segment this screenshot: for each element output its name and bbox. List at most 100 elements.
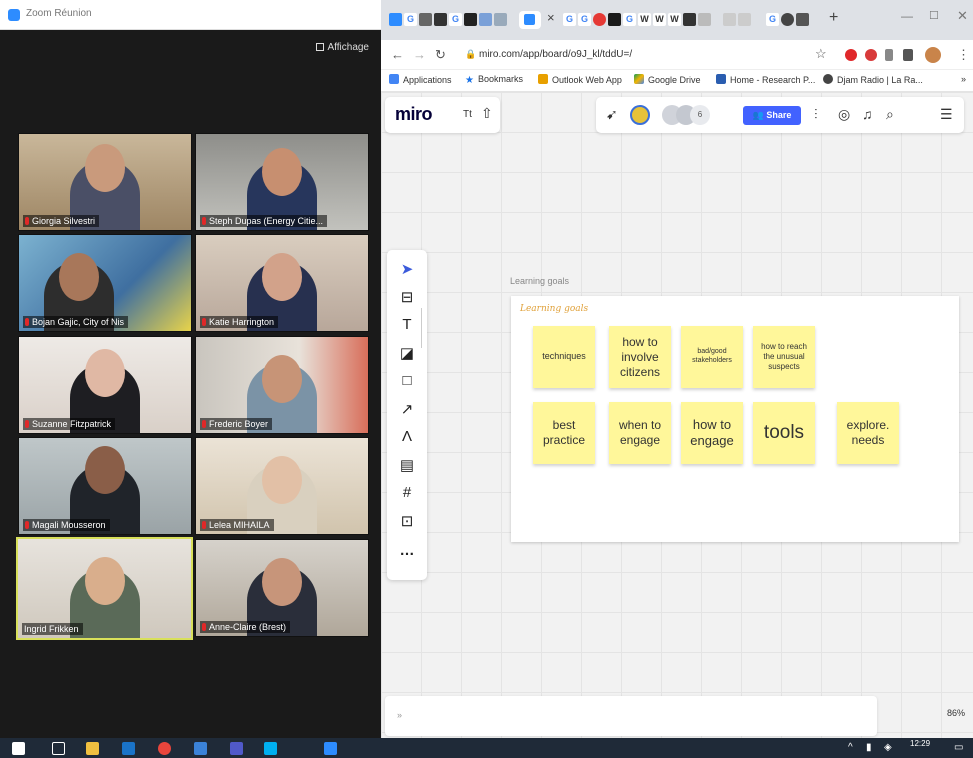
learning-goals-frame[interactable]: Learning goals techniques how to involve… [511, 296, 959, 542]
extension-icon[interactable] [885, 49, 893, 61]
participant-tile[interactable]: Frederic Boyer [195, 336, 369, 434]
close-window-icon[interactable]: ✕ [957, 8, 968, 24]
tab-favicon[interactable] [389, 13, 402, 26]
tab-favicon[interactable] [683, 13, 696, 26]
sticky-note[interactable]: best practice [533, 402, 595, 464]
settings-sliders-icon[interactable]: ⫶ [814, 106, 818, 123]
search-icon[interactable]: ⌕ [886, 106, 894, 123]
tab-favicon[interactable]: W [638, 13, 651, 26]
participant-tile-speaking[interactable]: Ingrid Frikken [16, 537, 193, 640]
tray-chevron-icon[interactable]: ^ [848, 742, 853, 753]
chrome-menu-icon[interactable]: ⋮ [957, 47, 970, 63]
maximize-icon[interactable]: ☐ [929, 9, 939, 22]
zoom-icon[interactable] [324, 742, 337, 755]
zoom-level[interactable]: 86% [947, 708, 965, 718]
participant-tile[interactable]: Giorgia Silvestri [18, 133, 192, 231]
sticky-note[interactable]: how to reach the unusual suspects [753, 326, 815, 388]
tab-favicon[interactable]: W [668, 13, 681, 26]
connector-tool-icon[interactable]: ↗ [387, 400, 427, 418]
app-icon[interactable] [194, 742, 207, 755]
tab-favicon[interactable] [796, 13, 809, 26]
bookmark-outlook[interactable]: Outlook Web App [538, 74, 622, 85]
bookmark-applications[interactable]: Applications [389, 74, 452, 85]
shape-tool-icon[interactable]: □ [387, 372, 427, 389]
tab-close-icon[interactable]: × [547, 10, 555, 25]
tab-favicon[interactable] [738, 13, 751, 26]
frame-title[interactable]: Learning goals [510, 276, 569, 286]
miro-logo[interactable]: miro [395, 104, 433, 125]
new-tab-button[interactable]: + [829, 9, 838, 27]
url-field[interactable]: 🔒 miro.com/app/board/o9J_kl/tddU=/ [461, 45, 841, 65]
notes-panel-icon[interactable]: ☰ [940, 106, 953, 123]
avatar[interactable] [630, 105, 650, 125]
bookmark-home-research[interactable]: Home - Research P... [716, 74, 815, 85]
tab-favicon[interactable] [698, 13, 711, 26]
volume-icon[interactable]: ◈ [884, 742, 892, 753]
sticky-note[interactable]: bad/good stakeholders [681, 326, 743, 388]
chrome-icon[interactable] [158, 742, 171, 755]
tab-favicon[interactable]: G [766, 13, 779, 26]
forward-icon[interactable]: → [413, 47, 426, 62]
reactions-icon[interactable]: ◎ [838, 106, 850, 123]
teams-icon[interactable] [230, 742, 243, 755]
network-icon[interactable]: ▮ [866, 742, 872, 753]
export-icon[interactable]: ⇧ [481, 105, 493, 122]
templates-tool-icon[interactable]: ⊟ [387, 288, 427, 306]
tab-favicon[interactable] [434, 13, 447, 26]
tab-favicon[interactable]: G [404, 13, 417, 26]
tab-favicon[interactable]: W [653, 13, 666, 26]
back-icon[interactable]: ← [391, 47, 404, 62]
taskbar-clock[interactable]: 12:29 [910, 739, 930, 748]
tab-favicon[interactable] [593, 13, 606, 26]
tab-favicon[interactable] [723, 13, 736, 26]
tab-favicon[interactable]: G [449, 13, 462, 26]
tab-favicon[interactable] [419, 13, 432, 26]
reload-icon[interactable]: ↻ [435, 47, 446, 63]
comment-tool-icon[interactable]: ▤ [387, 456, 427, 474]
sticky-note[interactable]: how to engage [681, 402, 743, 464]
sticky-note[interactable]: when to engage [609, 402, 671, 464]
file-explorer-icon[interactable] [86, 742, 99, 755]
participant-tile[interactable]: Suzanne Fitzpatrick [18, 336, 192, 434]
avatar-overflow-count[interactable]: 6 [690, 105, 710, 125]
expand-panel-icon[interactable]: » [397, 710, 402, 720]
sticky-note[interactable]: techniques [533, 326, 595, 388]
participant-tile[interactable]: Katie Harrington [195, 234, 369, 332]
participant-tile[interactable]: Steph Dupas (Energy Citie... [195, 133, 369, 231]
extensions-puzzle-icon[interactable] [903, 49, 913, 61]
task-view-icon[interactable] [52, 742, 65, 755]
skype-icon[interactable] [264, 742, 277, 755]
minimize-icon[interactable]: — [901, 9, 913, 23]
tab-favicon[interactable] [608, 13, 621, 26]
gallery-view-button[interactable]: Affichage [316, 42, 369, 53]
bookmark-google-drive[interactable]: Google Drive [634, 74, 701, 85]
tab-favicon[interactable]: G [578, 13, 591, 26]
tab-favicon[interactable] [781, 13, 794, 26]
participant-tile[interactable]: Bojan Gajic, City of Nis [18, 234, 192, 332]
upload-tool-icon[interactable]: ⊡ [387, 512, 427, 530]
select-tool-icon[interactable]: ➤ [387, 260, 427, 278]
tab-favicon[interactable]: G [623, 13, 636, 26]
notifications-icon[interactable]: ▭ [954, 742, 963, 753]
outlook-icon[interactable] [122, 742, 135, 755]
sticky-note[interactable]: how to involve citizens [609, 326, 671, 388]
participant-tile[interactable]: Lelea MIHAILA [195, 437, 369, 535]
bookmark-star-icon[interactable]: ☆ [815, 46, 827, 62]
board-name[interactable]: Tt [463, 109, 472, 120]
sticky-note[interactable]: tools [753, 402, 815, 464]
extension-icon[interactable] [865, 49, 877, 61]
pen-tool-icon[interactable]: Λ [387, 428, 427, 445]
more-tools-icon[interactable]: … [387, 542, 427, 559]
tab-favicon[interactable]: G [563, 13, 576, 26]
sticky-note[interactable]: explore. needs [837, 402, 899, 464]
profile-avatar[interactable] [925, 47, 941, 63]
tab-favicon[interactable] [464, 13, 477, 26]
active-tab[interactable] [519, 11, 541, 29]
bookmark-bookmarks[interactable]: ★ Bookmarks [465, 74, 523, 86]
miro-board-canvas[interactable]: miro Tt ⇧ ➹ 6 👥 Share ⫶ ◎ ♫ ⌕ ☰ ➤ ⊟ T ◪ … [381, 92, 973, 738]
frame-tool-icon[interactable]: # [387, 484, 427, 501]
cursor-flag-icon[interactable]: ➹ [606, 106, 618, 123]
windows-start-icon[interactable] [12, 742, 25, 755]
tab-favicon[interactable] [494, 13, 507, 26]
tab-favicon[interactable] [479, 13, 492, 26]
